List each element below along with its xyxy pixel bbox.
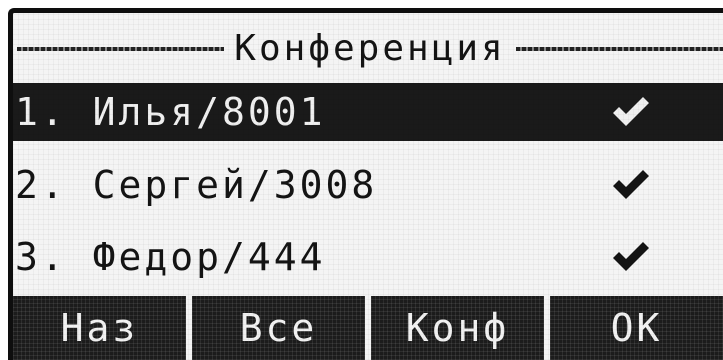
checkmark-icon [613,97,649,126]
list-item[interactable]: 2. Сергей/3008 [13,149,723,221]
back-softkey[interactable]: Наз [13,296,186,360]
title-bar: Конференция [13,27,723,71]
page-title: Конференция [234,28,506,69]
softkey-bar: Наз Все Конф ОК [13,296,723,360]
ok-softkey[interactable]: ОК [550,296,723,360]
conference-softkey-label: Конф [405,306,510,350]
title-divider-right [515,47,723,51]
conference-softkey[interactable]: Конф [371,296,544,360]
checkmark-icon [613,242,649,271]
checkmark-icon [613,170,649,199]
lcd-screen: Конференция 1. Илья/8001 2. Сергей/3008 … [8,8,723,360]
list-item-label: 2. Сергей/3008 [15,163,378,207]
participant-list: 1. Илья/8001 2. Сергей/3008 3. Федор/444 [13,83,723,293]
title-divider-left [17,47,225,51]
back-softkey-label: Наз [60,306,139,350]
ok-softkey-label: ОК [610,306,663,350]
all-softkey[interactable]: Все [192,296,365,360]
list-item-label: 3. Федор/444 [15,235,326,279]
list-item-label: 1. Илья/8001 [15,90,326,134]
list-item[interactable]: 3. Федор/444 [13,221,723,293]
list-item[interactable]: 1. Илья/8001 [13,83,723,141]
all-softkey-label: Все [239,306,318,350]
